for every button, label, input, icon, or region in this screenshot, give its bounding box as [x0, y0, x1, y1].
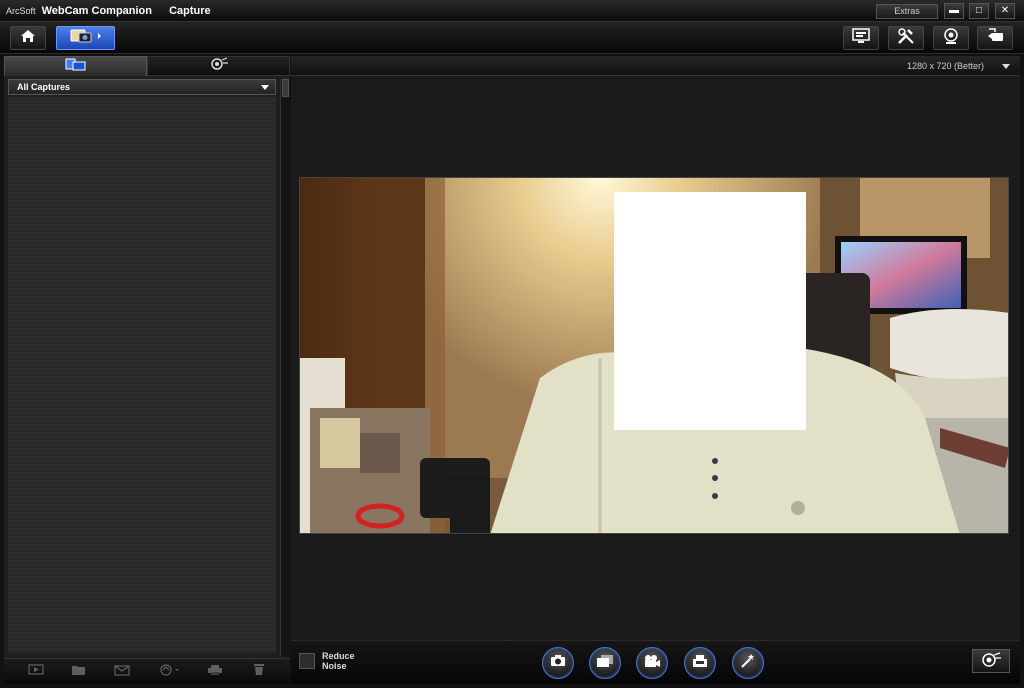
effects-toggle-button[interactable]	[972, 649, 1010, 673]
magic-icon	[740, 653, 756, 674]
time-lapse-icon	[691, 654, 709, 673]
time-lapse-button[interactable]	[684, 647, 716, 679]
display-settings-button[interactable]	[843, 26, 879, 50]
gallery-scrollbar[interactable]	[280, 79, 290, 657]
captures-panel: All Captures	[4, 56, 290, 684]
record-video-button[interactable]	[636, 647, 668, 679]
print-icon	[207, 663, 223, 681]
slideshow-button[interactable]	[28, 663, 44, 681]
webcam-capture-icon	[69, 27, 103, 50]
home-button[interactable]	[10, 26, 46, 50]
burst-button[interactable]	[589, 647, 621, 679]
title-bar: ArcSoft WebCam Companion Capture Extras …	[0, 0, 1024, 22]
maximize-button[interactable]: □	[969, 3, 989, 19]
brand-label: ArcSoft	[6, 6, 36, 16]
tools-button[interactable]	[888, 26, 924, 50]
mode-label: Capture	[169, 5, 211, 17]
chevron-down-icon	[261, 85, 269, 90]
preview-panel: 1280 x 720 (Better) Reduce Noise	[291, 56, 1020, 684]
minimize-button[interactable]: ▬	[944, 3, 964, 19]
chevron-down-icon[interactable]	[1002, 64, 1010, 69]
delete-icon	[253, 663, 265, 681]
upload-icon	[159, 663, 181, 681]
effects-toggle-icon	[980, 651, 1002, 672]
tools-icon	[897, 27, 915, 50]
captures-filter-value: All Captures	[17, 82, 71, 92]
tab-effects[interactable]	[147, 56, 290, 76]
captures-icon	[65, 57, 87, 76]
email-icon	[114, 663, 130, 681]
panel-tabs	[4, 56, 290, 76]
preview-header: 1280 x 720 (Better)	[291, 56, 1020, 76]
share-icon	[986, 27, 1004, 50]
video-icon	[643, 654, 661, 673]
display-settings-icon	[852, 27, 870, 49]
reduce-noise-label-line1: Reduce	[322, 651, 355, 661]
capture-module-button[interactable]	[56, 26, 115, 50]
delete-button[interactable]	[251, 663, 267, 681]
camera-icon	[550, 654, 566, 672]
captures-gallery[interactable]	[8, 97, 276, 653]
open-folder-button[interactable]	[71, 665, 87, 679]
reduce-noise-label: Reduce Noise	[322, 651, 355, 671]
slideshow-icon	[28, 663, 44, 681]
reduce-noise-checkbox[interactable]	[299, 653, 315, 669]
webcam-live-image	[300, 178, 1008, 533]
print-button[interactable]	[207, 665, 223, 679]
burst-icon	[596, 654, 614, 673]
webcam-settings-button[interactable]	[933, 26, 969, 50]
tab-captures[interactable]	[4, 56, 147, 76]
open-folder-icon	[71, 663, 87, 681]
extras-button[interactable]: Extras	[876, 4, 938, 19]
magic-effects-button[interactable]	[732, 647, 764, 679]
effects-icon	[209, 56, 229, 76]
capture-controls: Reduce Noise	[291, 640, 1020, 684]
resolution-selector[interactable]: 1280 x 720 (Better)	[907, 61, 984, 71]
app-name: WebCam Companion	[41, 5, 152, 17]
captures-filter-dropdown[interactable]: All Captures	[8, 79, 276, 95]
reduce-noise-label-line2: Noise	[322, 661, 347, 671]
snapshot-button[interactable]	[542, 647, 574, 679]
upload-button[interactable]	[159, 663, 181, 681]
app-title: ArcSoft WebCam Companion Capture	[6, 5, 211, 17]
webcam-settings-icon	[942, 27, 960, 50]
email-button[interactable]	[114, 665, 130, 679]
share-button[interactable]	[977, 26, 1013, 50]
close-button[interactable]: ✕	[995, 3, 1015, 19]
webcam-preview	[299, 177, 1009, 534]
scrollbar-thumb[interactable]	[282, 79, 289, 97]
home-icon	[20, 29, 36, 48]
gallery-actions-bar	[4, 658, 290, 684]
main-toolbar	[0, 22, 1024, 54]
